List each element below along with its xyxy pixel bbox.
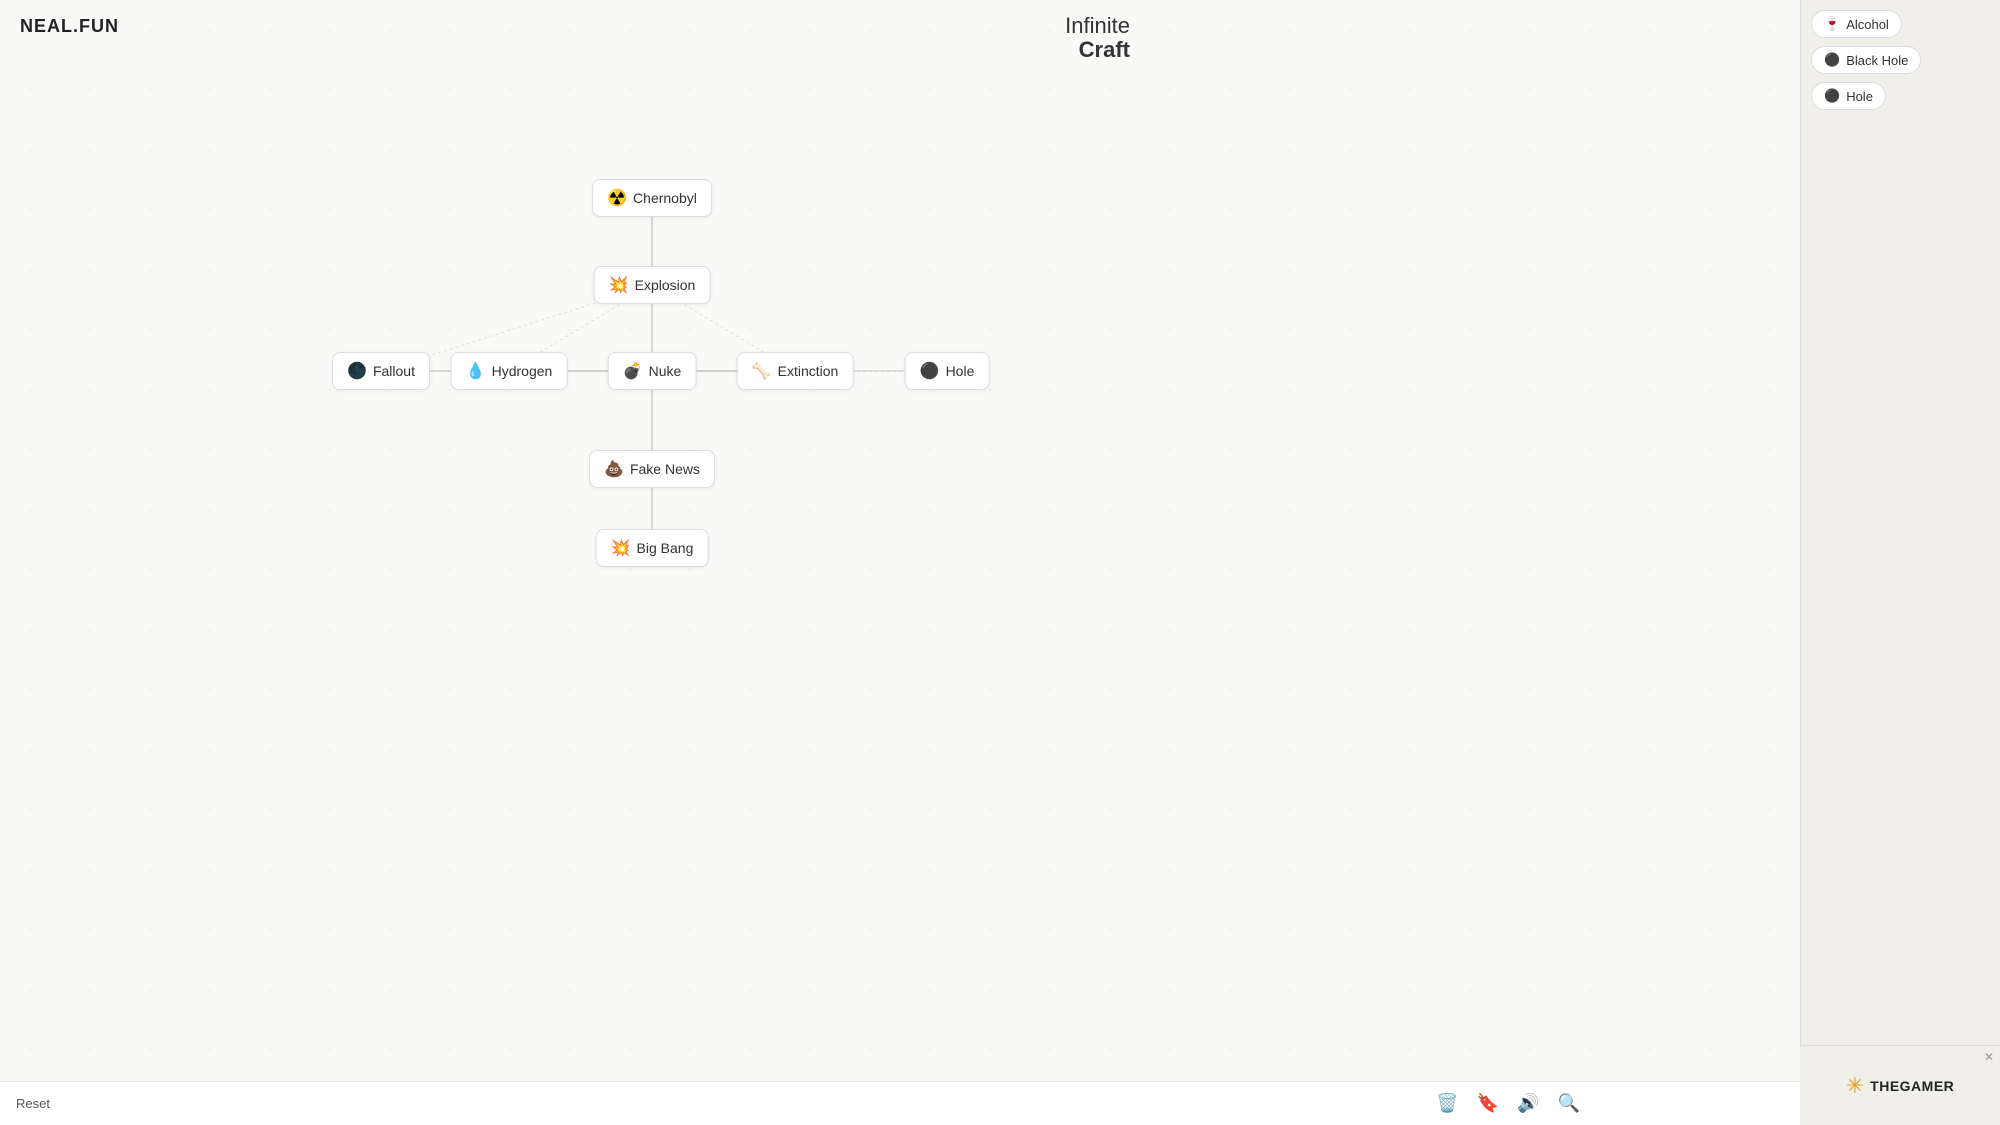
sidebar: 🍷 Alcohol ⚫ Black Hole ⚫ Hole xyxy=(1800,0,2000,1125)
sidebar-item-hole[interactable]: ⚫ Hole xyxy=(1811,82,1886,110)
volume-icon[interactable]: 🔊 xyxy=(1517,1093,1539,1114)
node-bigbang[interactable]: 💥 Big Bang xyxy=(596,529,709,567)
node-fakenews[interactable]: 💩 Fake News xyxy=(589,450,715,488)
node-fallout[interactable]: 🌑 Fallout xyxy=(332,352,430,390)
node-chernobyl[interactable]: ☢️ Chernobyl xyxy=(592,179,712,217)
node-hole[interactable]: ⚫ Hole xyxy=(905,352,990,390)
fallout-label: Fallout xyxy=(373,363,415,379)
alcohol-emoji: 🍷 xyxy=(1824,16,1840,32)
extinction-emoji: 🦴 xyxy=(752,361,772,381)
chernobyl-emoji: ☢️ xyxy=(607,188,627,208)
hole-label: Hole xyxy=(946,363,975,379)
thegamer-logo: ✳ THEGAMER xyxy=(1846,1073,1955,1099)
hole-sidebar-label: Hole xyxy=(1846,89,1873,104)
bottom-bar: Reset 🗑️ 🔖 🔊 🔍 xyxy=(0,1081,1800,1125)
bottom-icons: 🗑️ 🔖 🔊 🔍 xyxy=(1436,1093,1580,1114)
bigbang-emoji: 💥 xyxy=(611,538,631,558)
hole-emoji: ⚫ xyxy=(920,361,940,381)
hydrogen-label: Hydrogen xyxy=(492,363,553,379)
fakenews-emoji: 💩 xyxy=(604,459,624,479)
trash-icon[interactable]: 🗑️ xyxy=(1436,1093,1458,1114)
node-extinction[interactable]: 🦴 Extinction xyxy=(737,352,854,390)
reset-button[interactable]: Reset xyxy=(16,1096,50,1111)
explosion-emoji: 💥 xyxy=(609,275,629,295)
fallout-emoji: 🌑 xyxy=(347,361,367,381)
node-nuke[interactable]: 💣 Nuke xyxy=(608,352,697,390)
craft-canvas[interactable]: ☢️ Chernobyl 💥 Explosion 💣 Nuke 🌑 Fallout 💧 Hydro… xyxy=(0,0,1800,1125)
sidebar-item-alcohol[interactable]: 🍷 Alcohol xyxy=(1811,10,1902,38)
nuke-label: Nuke xyxy=(649,363,682,379)
alcohol-label: Alcohol xyxy=(1846,17,1889,32)
search-icon[interactable]: 🔍 xyxy=(1558,1093,1580,1114)
nuke-emoji: 💣 xyxy=(623,361,643,381)
extinction-label: Extinction xyxy=(778,363,839,379)
hole-sidebar-emoji: ⚫ xyxy=(1824,88,1840,104)
thegamer-text: THEGAMER xyxy=(1870,1078,1954,1094)
thegamer-star-icon: ✳ xyxy=(1846,1073,1864,1099)
blackhole-label: Black Hole xyxy=(1846,53,1908,68)
chernobyl-label: Chernobyl xyxy=(633,190,697,206)
bookmark-icon[interactable]: 🔖 xyxy=(1477,1093,1499,1114)
bigbang-label: Big Bang xyxy=(637,540,694,556)
node-hydrogen[interactable]: 💧 Hydrogen xyxy=(451,352,568,390)
fakenews-label: Fake News xyxy=(630,461,700,477)
sidebar-item-blackhole[interactable]: ⚫ Black Hole xyxy=(1811,46,1921,74)
connections-svg xyxy=(0,0,1800,1125)
explosion-label: Explosion xyxy=(635,277,696,293)
node-explosion[interactable]: 💥 Explosion xyxy=(594,266,711,304)
blackhole-emoji: ⚫ xyxy=(1824,52,1840,68)
hydrogen-emoji: 💧 xyxy=(466,361,486,381)
thegamer-watermark: ✳ THEGAMER ✕ xyxy=(1800,1045,2000,1125)
close-watermark-button[interactable]: ✕ xyxy=(1984,1050,1994,1064)
